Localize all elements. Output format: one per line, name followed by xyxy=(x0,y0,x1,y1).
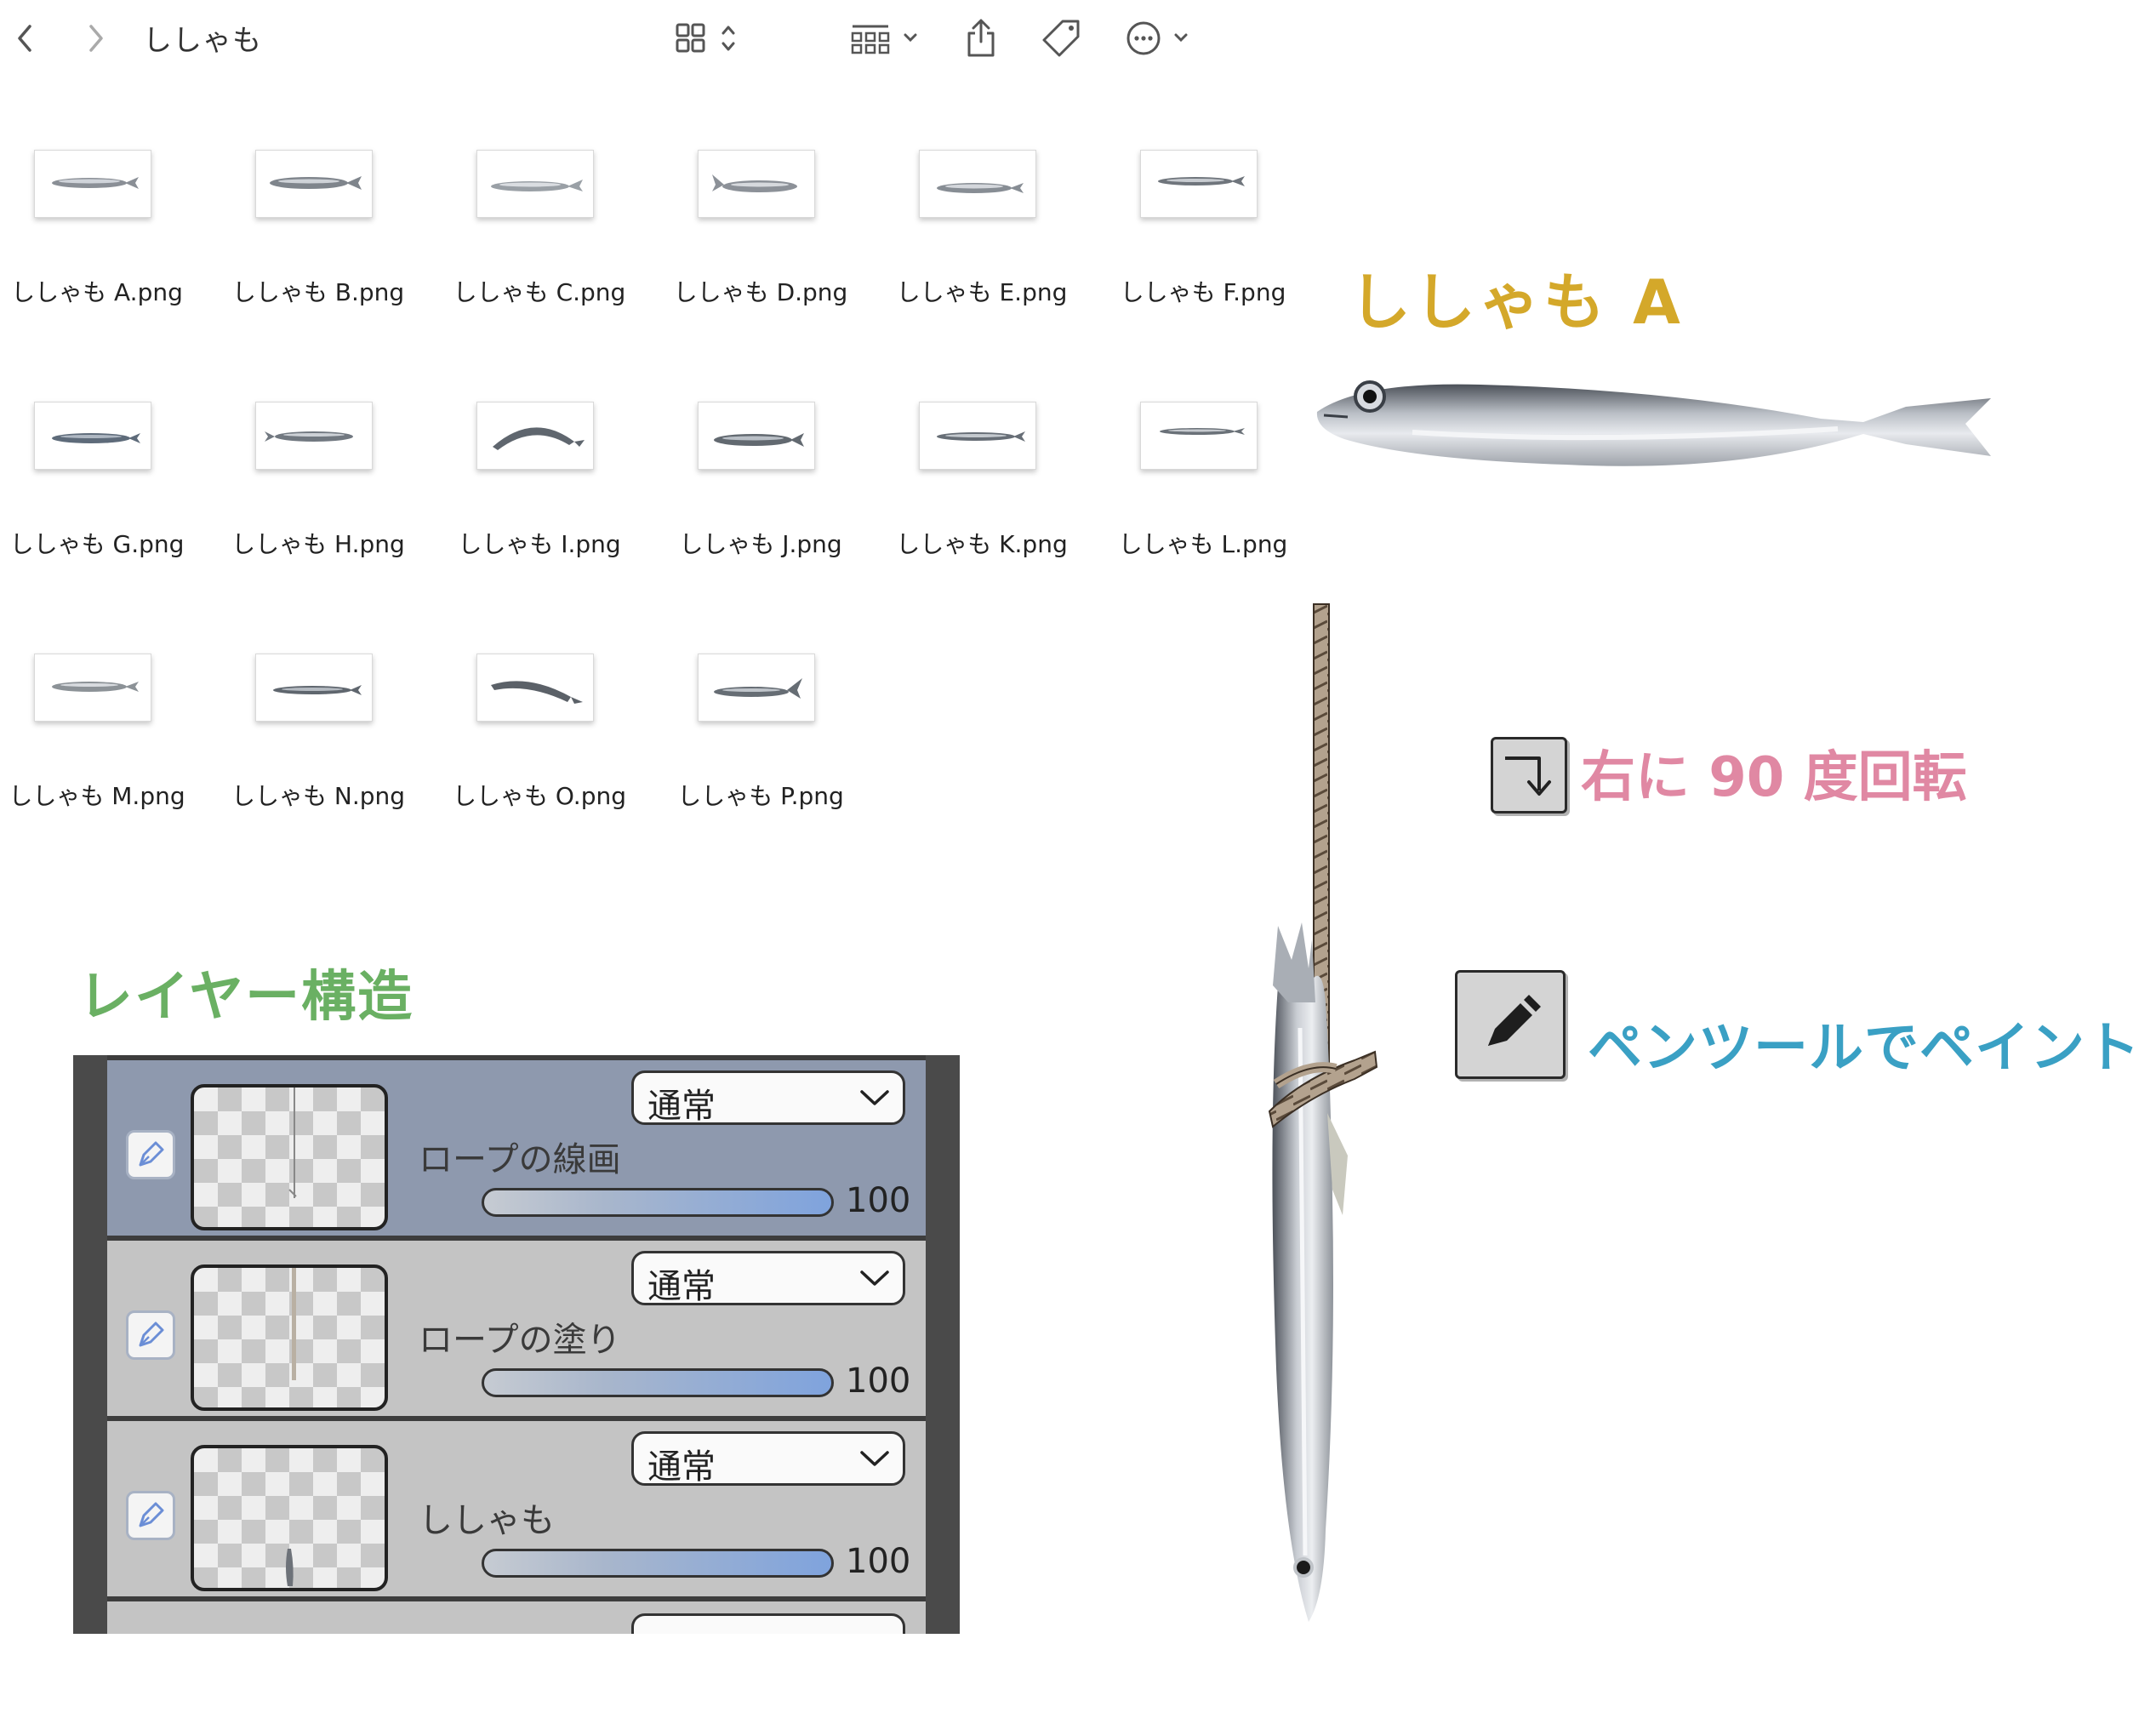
chevron-down-icon xyxy=(860,1451,889,1466)
opacity-slider[interactable] xyxy=(482,1188,834,1217)
file-name: ししゃも F.png xyxy=(1120,278,1286,306)
chevron-down-icon xyxy=(860,1090,889,1105)
file-name: ししゃも D.png xyxy=(673,278,848,306)
file-name: ししゃも M.png xyxy=(9,782,185,810)
chevron-down-icon xyxy=(860,1270,889,1286)
rotate-heading: 右に 90 度回転 xyxy=(1581,746,1967,809)
blend-mode-select[interactable]: 通常 xyxy=(631,1431,905,1487)
layer-panel: 通常 ロープの線画 100 通常 ロープの塗り 100 通常 ししゃも 100 xyxy=(73,1055,960,1634)
pen-tool-heading: ペンツールでペイント xyxy=(1588,1017,2141,1080)
file-name: ししゃも P.png xyxy=(677,782,844,810)
opacity-slider[interactable] xyxy=(482,1368,834,1397)
file-thumbnail xyxy=(476,654,594,722)
layer-name: ロープの線画 xyxy=(419,1140,621,1179)
layer-row[interactable]: 通常 ロープの線画 100 xyxy=(107,1055,926,1236)
pen-icon[interactable] xyxy=(126,1310,175,1360)
layer-thumbnail xyxy=(191,1445,388,1591)
file-name: ししゃも I.png xyxy=(458,530,621,558)
opacity-slider[interactable] xyxy=(482,1549,834,1578)
file-thumbnail xyxy=(34,402,151,470)
layer-thumbnail xyxy=(191,1084,388,1230)
file-thumbnail xyxy=(476,402,594,470)
file-thumbnail xyxy=(698,402,815,470)
rotate-right-icon xyxy=(1491,737,1567,813)
file-name: ししゃも O.png xyxy=(453,782,626,810)
grid-view-icon xyxy=(676,23,735,53)
file-thumbnail xyxy=(255,150,373,218)
file-thumbnail xyxy=(698,150,815,218)
file-name: ししゃも L.png xyxy=(1118,530,1288,558)
file-thumbnail xyxy=(1140,402,1258,470)
opacity-value: 100 xyxy=(846,1181,911,1220)
blend-mode-select[interactable]: 通常 xyxy=(631,1070,905,1126)
back-chevron-icon[interactable] xyxy=(5,12,44,65)
pen-icon[interactable] xyxy=(126,1491,175,1540)
fish-a-heading: ししゃも A xyxy=(1349,266,1684,338)
file-thumbnail xyxy=(34,654,151,722)
group-button[interactable] xyxy=(849,12,927,65)
file-thumbnail xyxy=(255,402,373,470)
layer-thumbnail xyxy=(191,1264,388,1411)
blend-mode-select[interactable] xyxy=(631,1613,905,1634)
share-icon[interactable] xyxy=(961,12,1001,65)
layer-row[interactable] xyxy=(107,1596,926,1634)
blend-mode-value: 通常 xyxy=(647,1267,716,1306)
file-thumbnail xyxy=(919,150,1036,218)
file-name: ししゃも C.png xyxy=(453,278,626,306)
file-name: ししゃも G.png xyxy=(9,530,185,558)
view-mode-button[interactable] xyxy=(674,12,750,65)
file-thumbnail xyxy=(476,150,594,218)
file-thumbnail xyxy=(919,402,1036,470)
tag-icon[interactable] xyxy=(1040,12,1082,65)
layer-name: ロープの塗り xyxy=(419,1321,621,1360)
file-name: ししゃも A.png xyxy=(11,278,183,306)
file-thumbnail xyxy=(698,654,815,722)
layer-list: 通常 ロープの線画 100 通常 ロープの塗り 100 通常 ししゃも 100 xyxy=(107,1055,926,1634)
layer-row[interactable]: 通常 ロープの塗り 100 xyxy=(107,1236,926,1416)
file-thumbnail xyxy=(34,150,151,218)
file-name: ししゃも H.png xyxy=(231,530,405,558)
more-icon xyxy=(1126,21,1188,55)
file-name: ししゃも K.png xyxy=(896,530,1068,558)
layer-name: ししゃも xyxy=(419,1501,555,1540)
file-name: ししゃも E.png xyxy=(896,278,1068,306)
forward-chevron-icon[interactable] xyxy=(77,12,116,65)
opacity-value: 100 xyxy=(846,1542,911,1581)
layer-structure-heading: レイヤー構造 xyxy=(78,966,414,1029)
opacity-value: 100 xyxy=(846,1362,911,1401)
folder-title: ししゃも xyxy=(143,24,262,58)
pen-tool-icon xyxy=(1455,970,1566,1079)
finder-toolbar: ししゃも xyxy=(0,0,1285,77)
file-name: ししゃも B.png xyxy=(231,278,405,306)
file-thumbnail xyxy=(255,654,373,722)
blend-mode-value: 通常 xyxy=(647,1087,716,1126)
file-thumbnail xyxy=(1140,150,1258,218)
blend-mode-select[interactable]: 通常 xyxy=(631,1251,905,1306)
file-name: ししゃも N.png xyxy=(231,782,406,810)
file-name: ししゃも J.png xyxy=(679,530,842,558)
pen-icon[interactable] xyxy=(126,1130,175,1179)
group-icon xyxy=(851,25,917,54)
more-actions-button[interactable] xyxy=(1123,12,1201,65)
blend-mode-value: 通常 xyxy=(647,1447,716,1487)
layer-row[interactable]: 通常 ししゃも 100 xyxy=(107,1416,926,1596)
fish-a-illustration xyxy=(1310,356,2008,504)
hanging-fish-illustration xyxy=(1208,602,1412,1644)
